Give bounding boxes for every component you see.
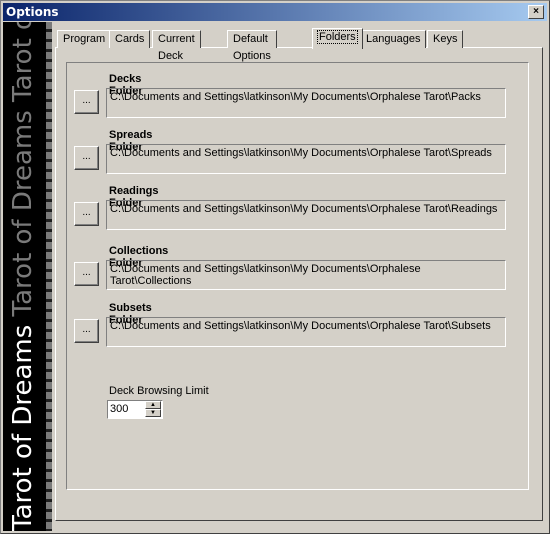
tab-default-options[interactable]: Default Options [227, 30, 277, 62]
filmstrip-decoration [44, 22, 52, 531]
spin-up-button[interactable]: ▲ [145, 401, 161, 409]
tab-label: Program [63, 33, 106, 45]
browse-subsets-button[interactable]: ... [74, 319, 99, 343]
spin-down-button[interactable]: ▼ [145, 409, 161, 417]
tab-label: Keys [433, 33, 458, 45]
tab-label: Languages [366, 33, 421, 45]
title-bar: Options × [3, 3, 547, 21]
arrow-up-icon: ▲ [150, 402, 156, 408]
folders-page: Decks Folder ... C:\Documents and Settin… [66, 62, 529, 490]
deck-browsing-limit-label: Deck Browsing Limit [109, 385, 209, 397]
deck-browsing-limit-input[interactable] [109, 402, 144, 416]
tarot-banner: Tarot of Dreams Tarot of Dreams Tarot of [3, 22, 52, 531]
deck-browsing-limit-spinner: ▲ ▼ [107, 400, 163, 419]
decks-folder-path[interactable]: C:\Documents and Settings\latkinson\My D… [106, 88, 506, 118]
collections-folder-path[interactable]: C:\Documents and Settings\latkinson\My D… [106, 260, 506, 290]
tab-label: Default Options [233, 33, 271, 62]
banner-text-dim: Tarot of Dreams Tarot of [8, 22, 38, 317]
tab-cards[interactable]: Cards [109, 30, 151, 48]
tab-label: Cards [115, 33, 145, 45]
browse-readings-button[interactable]: ... [74, 202, 99, 226]
close-icon: × [533, 6, 539, 17]
banner-text-bright: Tarot of Dreams [8, 316, 38, 531]
spreads-folder-path[interactable]: C:\Documents and Settings\latkinson\My D… [106, 144, 506, 174]
readings-folder-path[interactable]: C:\Documents and Settings\latkinson\My D… [106, 200, 506, 230]
browse-collections-button[interactable]: ... [74, 262, 99, 286]
tab-label: Folders [317, 30, 358, 44]
tab-current-deck[interactable]: Current Deck [152, 30, 201, 62]
subsets-folder-path[interactable]: C:\Documents and Settings\latkinson\My D… [106, 317, 506, 347]
tab-languages[interactable]: Languages [360, 30, 427, 48]
close-button[interactable]: × [528, 5, 544, 19]
browse-decks-button[interactable]: ... [74, 90, 99, 114]
tab-keys[interactable]: Keys [427, 30, 464, 48]
browse-spreads-button[interactable]: ... [74, 146, 99, 170]
tab-folders[interactable]: Folders [312, 28, 363, 49]
arrow-down-icon: ▼ [150, 410, 156, 416]
window-title: Options [6, 5, 59, 19]
tab-program[interactable]: Program [57, 30, 112, 48]
banner-text: Tarot of Dreams Tarot of Dreams Tarot of [3, 22, 43, 531]
